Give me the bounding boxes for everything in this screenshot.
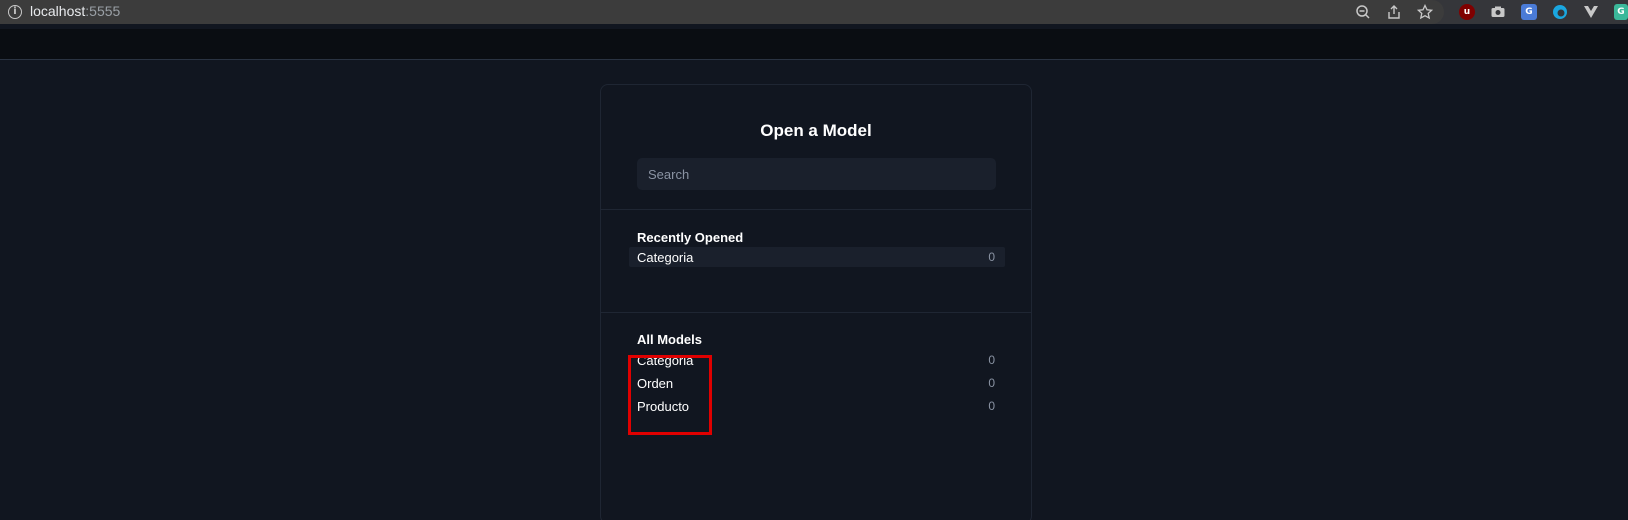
ublock-extension-icon[interactable]: u <box>1459 4 1475 20</box>
highlight-annotation-box <box>628 355 712 435</box>
edge-extension-icon[interactable] <box>1552 4 1568 20</box>
record-count: 0 <box>988 353 995 367</box>
record-count: 0 <box>988 376 995 390</box>
recently-opened-heading: Recently Opened <box>637 230 744 245</box>
url-host: localhost <box>30 3 86 19</box>
record-count: 0 <box>988 399 995 413</box>
search-input[interactable] <box>637 158 996 190</box>
address-bar[interactable]: i localhost:5555 <box>0 0 1444 24</box>
vue-devtools-icon[interactable] <box>1583 4 1599 20</box>
translate-extension-icon[interactable]: G <box>1521 4 1537 20</box>
grammar-extension-icon[interactable]: G <box>1614 4 1628 20</box>
zoom-out-icon[interactable] <box>1354 3 1372 21</box>
section-divider <box>601 209 1031 210</box>
panel-title: Open a Model <box>760 121 872 140</box>
site-info-icon[interactable]: i <box>8 5 22 19</box>
record-count: 0 <box>988 250 995 264</box>
model-name: Categoria <box>637 249 694 265</box>
browser-toolbar: i localhost:5555 u G G <box>0 0 1628 24</box>
all-models-heading: All Models <box>637 332 703 347</box>
app-header <box>0 29 1628 60</box>
bookmark-star-icon[interactable] <box>1416 3 1434 21</box>
recent-model-item[interactable]: Categoria 0 <box>629 247 1005 267</box>
camera-extension-icon[interactable] <box>1490 4 1506 20</box>
share-icon[interactable] <box>1385 3 1403 21</box>
url-port: :5555 <box>85 3 121 19</box>
url-text[interactable]: localhost:5555 <box>30 3 120 19</box>
section-divider <box>601 312 1031 313</box>
open-model-panel: Open a Model Recently Opened Categoria 0… <box>600 84 1032 520</box>
